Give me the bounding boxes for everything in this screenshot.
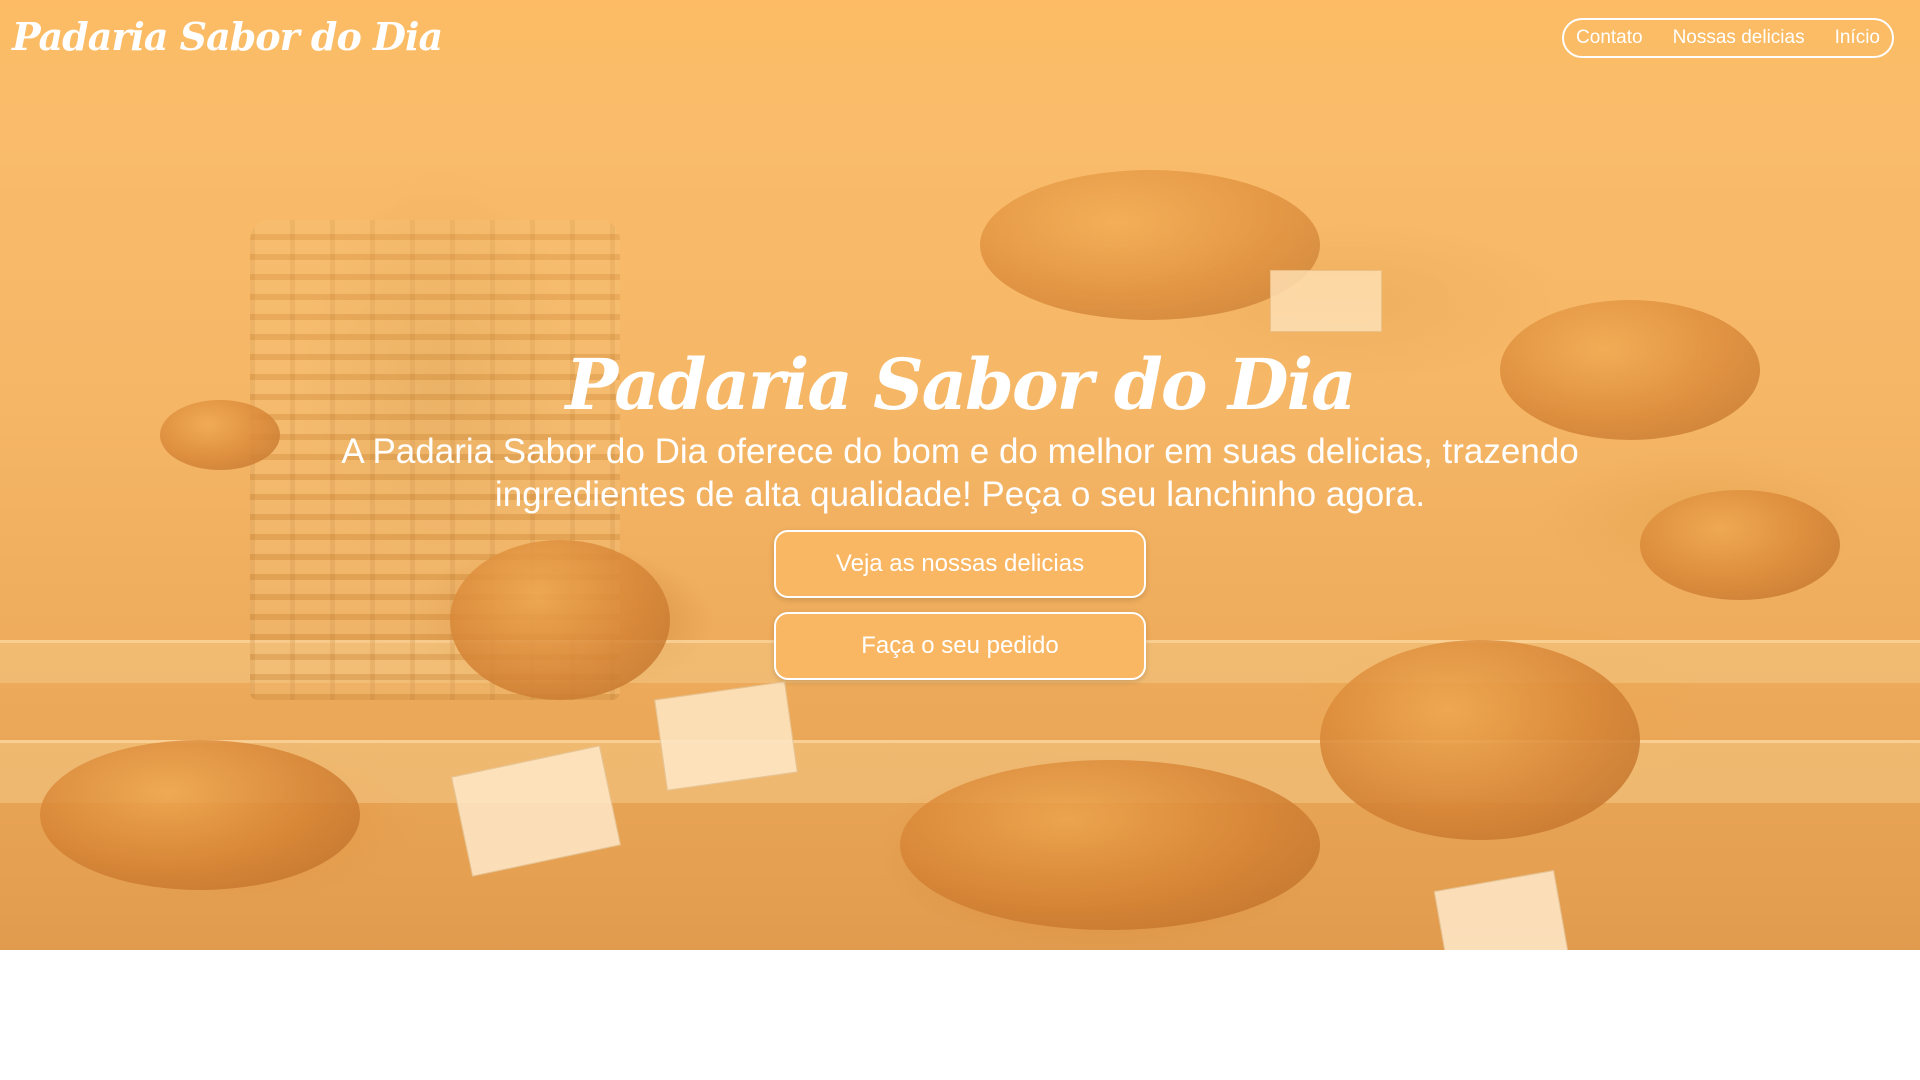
bread-decoration [40, 740, 360, 890]
shelf-decoration [0, 740, 1920, 803]
price-tag-decoration [451, 745, 621, 877]
bread-decoration [900, 760, 1320, 930]
place-order-button[interactable]: Faça o seu pedido [774, 612, 1146, 680]
bread-decoration [980, 170, 1320, 320]
view-delicias-button[interactable]: Veja as nossas delicias [774, 530, 1146, 598]
hero-title: Padaria Sabor do Dia [565, 343, 1356, 426]
brand-logo[interactable]: Padaria Sabor do Dia [12, 14, 443, 59]
hero-description: A Padaria Sabor do Dia oferece do bom e … [341, 432, 1579, 514]
price-tag-decoration [654, 681, 798, 791]
nav-link-nossas-delicias[interactable]: Nossas delicias [1673, 27, 1805, 49]
hero-content: Padaria Sabor do Dia A Padaria Sabor do … [0, 340, 1920, 680]
main-nav: Contato Nossas delicias Início [1562, 18, 1894, 58]
price-tag-decoration [1270, 270, 1382, 332]
nav-link-inicio[interactable]: Início [1835, 27, 1880, 49]
price-tag-decoration [1433, 870, 1569, 950]
nav-link-contato[interactable]: Contato [1576, 27, 1643, 49]
